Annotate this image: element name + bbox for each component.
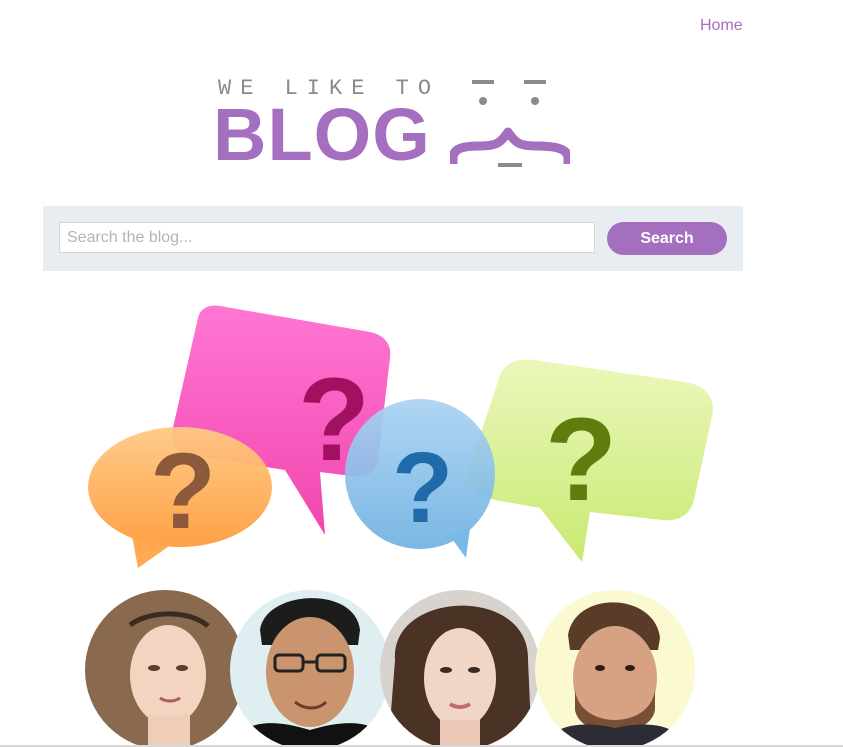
avatar-man-glasses — [230, 590, 390, 747]
avatar-woman-big-hair — [85, 590, 245, 747]
svg-text:?: ? — [392, 432, 453, 544]
nav-home-link[interactable]: Home — [700, 17, 743, 35]
blue-speech-bubble-icon: ? — [345, 399, 495, 558]
search-bar: Search — [43, 206, 743, 271]
site-logo[interactable]: WE LIKE TO BLOG — [210, 72, 580, 182]
avatar-woman-dark-hair — [380, 590, 540, 747]
orange-speech-bubble-icon: ? — [88, 427, 272, 568]
svg-text:?: ? — [545, 394, 617, 526]
page: Home WE LIKE TO BLOG Search the blog... … — [0, 0, 843, 747]
search-button[interactable]: Search — [607, 222, 727, 255]
svg-text:?: ? — [150, 430, 216, 551]
avatar-man-beard — [535, 590, 695, 747]
green-speech-bubble-icon: ? — [468, 359, 713, 562]
search-input[interactable] — [59, 222, 595, 253]
logo-word: BLOG — [213, 93, 431, 176]
logo-face-icon — [450, 80, 570, 167]
hero-image: ? ? ? ? — [85, 305, 713, 747]
